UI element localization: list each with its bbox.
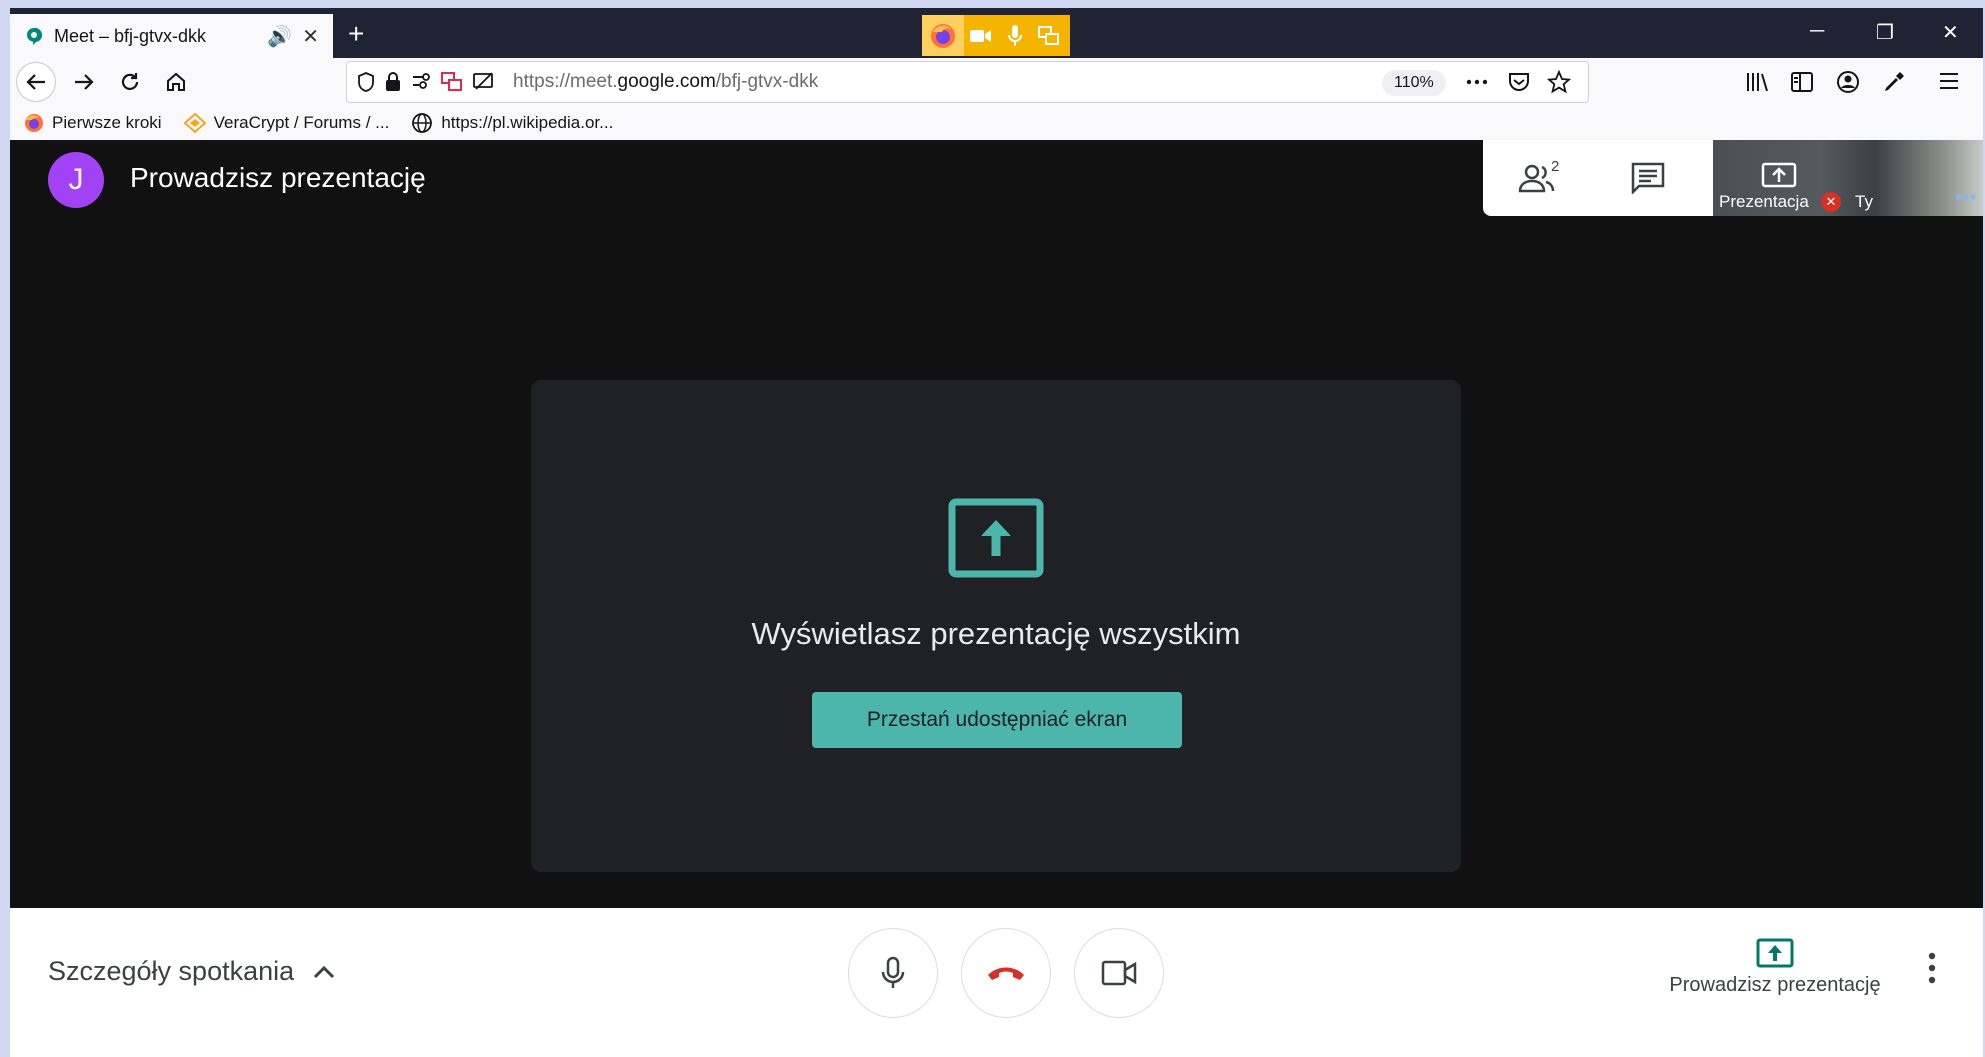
meet-stage: J Prowadzisz prezentację 2 Prezentacja ✕… (10, 140, 1983, 908)
close-window-icon[interactable]: ✕ (1942, 20, 1959, 45)
sharing-indicator[interactable] (922, 15, 1070, 56)
more-options-icon[interactable] (1928, 952, 1936, 989)
url-bar[interactable]: https://meet.google.com/bfj-gtvx-dkk 110… (346, 61, 1589, 103)
home-icon (167, 72, 185, 91)
present-screen-icon (1761, 162, 1797, 188)
globe-icon (411, 112, 433, 134)
lock-icon[interactable] (385, 72, 401, 92)
present-screen-icon (948, 498, 1044, 578)
camera-button[interactable] (1074, 928, 1164, 1018)
microphone-icon (881, 956, 905, 988)
self-view-tile[interactable]: Prezentacja ✕ Ty ••• (1713, 140, 1983, 216)
bookmark-star-icon[interactable] (1546, 69, 1572, 99)
bookmark-label: https://pl.wikipedia.or... (441, 113, 614, 132)
forward-arrow-icon (75, 74, 94, 90)
presenting-label: Prowadzisz prezentację (1669, 974, 1881, 996)
tab-strip: Meet – bfj-gtvx-dkk 🔊 ✕ + ─ ❐ ✕ (10, 8, 1983, 58)
self-view-label: Prezentacja (1719, 192, 1809, 211)
top-right-panel: 2 Prezentacja ✕ Ty ••• (1483, 140, 1983, 216)
meeting-details-label: Szczegóły spotkania (48, 956, 295, 986)
bookmarks-toolbar: Pierwsze kroki VeraCrypt / Forums / ... … (10, 106, 1983, 140)
browser-window: Meet – bfj-gtvx-dkk 🔊 ✕ + ─ ❐ ✕ https://… (10, 8, 1983, 1057)
present-screen-icon (1655, 938, 1895, 968)
forward-button[interactable] (64, 62, 104, 102)
tracking-shield-icon[interactable] (357, 72, 375, 92)
presenting-button[interactable]: Prowadzisz prezentację (1655, 938, 1895, 997)
screen-share-permission-icon[interactable] (441, 72, 463, 92)
presentation-card: Wyświetlasz prezentację wszystkim Przest… (531, 380, 1461, 872)
chevron-up-icon (312, 964, 336, 980)
participants-button[interactable]: 2 (1483, 140, 1593, 216)
eyedropper-icon[interactable] (1882, 70, 1906, 99)
home-button[interactable] (156, 62, 196, 102)
microphone-sharing-icon (998, 24, 1032, 47)
reload-icon (121, 73, 139, 90)
permissions-icon[interactable] (411, 73, 431, 91)
back-button[interactable] (16, 62, 56, 102)
tab-meet[interactable]: Meet – bfj-gtvx-dkk 🔊 ✕ (10, 14, 333, 58)
tab-title: Meet – bfj-gtvx-dkk (54, 25, 207, 46)
mic-muted-icon: ✕ (1821, 192, 1841, 212)
chat-button[interactable] (1593, 140, 1703, 216)
menu-icon[interactable] (1938, 70, 1960, 97)
phone-hangup-icon (988, 967, 1024, 980)
minimize-icon[interactable]: ─ (1810, 20, 1824, 43)
self-view-you: Ty (1855, 192, 1873, 211)
library-icon[interactable] (1745, 70, 1769, 99)
presentation-message: Wyświetlasz prezentację wszystkim (751, 616, 1241, 651)
reload-button[interactable] (110, 62, 150, 102)
meet-bottom-bar: Szczegóły spotkania Prowadzisz prezentac… (10, 908, 1983, 1057)
stop-sharing-button[interactable]: Przestań udostępniać ekran (812, 692, 1182, 748)
restore-icon[interactable]: ❐ (1876, 20, 1894, 45)
account-icon[interactable] (1836, 70, 1860, 99)
microphone-button[interactable] (848, 928, 938, 1018)
meeting-details-toggle[interactable]: Szczegóły spotkania (48, 956, 336, 987)
camera-sharing-icon (964, 28, 998, 44)
page-title: Prowadzisz prezentację (130, 162, 426, 193)
sidebar-icon[interactable] (1790, 70, 1814, 99)
firefox-icon (24, 113, 44, 133)
meet-favicon-icon (27, 27, 43, 45)
avatar: J (48, 152, 104, 208)
more-options-icon[interactable]: ••• (1955, 187, 1977, 208)
back-arrow-icon (26, 74, 45, 90)
autoplay-icon[interactable] (473, 72, 495, 92)
chat-icon (1631, 162, 1665, 194)
close-tab-icon[interactable]: ✕ (302, 24, 319, 49)
new-tab-button[interactable]: + (348, 18, 364, 50)
pocket-icon[interactable] (1507, 70, 1531, 99)
bookmark-label: Pierwsze kroki (52, 113, 162, 132)
page-actions-icon[interactable] (1464, 70, 1490, 99)
bookmark-pierwsze-kroki[interactable]: Pierwsze kroki (24, 113, 162, 133)
bookmark-label: VeraCrypt / Forums / ... (213, 113, 390, 132)
navigation-toolbar: https://meet.google.com/bfj-gtvx-dkk 110… (10, 58, 1983, 106)
firefox-icon (922, 15, 964, 56)
video-camera-icon (1101, 960, 1137, 986)
zoom-level[interactable]: 110% (1382, 70, 1446, 96)
hang-up-button[interactable] (961, 928, 1051, 1018)
speaker-icon[interactable]: 🔊 (267, 24, 292, 49)
participants-count: 2 (1551, 158, 1560, 175)
url-text[interactable]: https://meet.google.com/bfj-gtvx-dkk (513, 71, 818, 93)
screen-sharing-icon (1032, 25, 1066, 46)
bookmark-wikipedia[interactable]: https://pl.wikipedia.or... (411, 112, 613, 134)
veracrypt-icon (183, 113, 206, 133)
bookmark-veracrypt[interactable]: VeraCrypt / Forums / ... (183, 113, 390, 133)
